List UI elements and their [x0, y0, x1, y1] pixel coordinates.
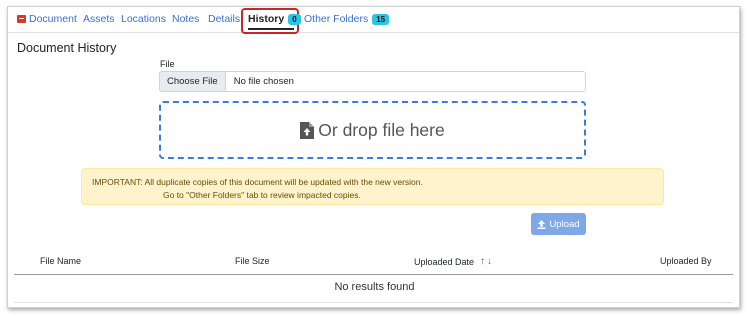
tab-notes[interactable]: Notes [172, 13, 199, 25]
column-header-file-name[interactable]: File Name [40, 256, 81, 266]
tab-assets[interactable]: Assets [83, 13, 115, 25]
empty-table-message: No results found [334, 281, 415, 293]
sort-descending-icon[interactable]: ↓ [487, 256, 492, 267]
upload-button-label: Upload [549, 218, 580, 230]
dropzone-text: Or drop file here [318, 119, 445, 140]
other-folders-count-badge: 15 [372, 13, 390, 25]
duplicate-copies-alert: IMPORTANT: All duplicate copies of this … [81, 168, 664, 205]
column-header-uploaded-date[interactable]: Uploaded Date ↑ ↓ [414, 256, 492, 267]
file-input[interactable]: Choose File No file chosen [159, 71, 586, 92]
file-field-label: File [160, 59, 175, 69]
uploaded-date-label: Uploaded Date [414, 256, 475, 267]
sort-ascending-icon[interactable]: ↑ [480, 256, 485, 267]
file-dropzone[interactable]: Or drop file here [159, 101, 586, 159]
tab-other-folders-label: Other Folders [304, 13, 369, 25]
history-count-badge: 0 [288, 13, 301, 25]
active-tab-underline [248, 28, 294, 30]
column-header-file-size[interactable]: File Size [235, 256, 270, 266]
tab-other-folders[interactable]: Other Folders 15 [304, 13, 390, 25]
document-history-panel: Document Assets Locations Notes Details … [7, 6, 740, 308]
choose-file-button[interactable]: Choose File [160, 72, 226, 91]
alert-line-2: Go to "Other Folders" tab to review impa… [163, 190, 361, 200]
upload-button[interactable]: Upload [531, 213, 586, 235]
table-bottom-divider [14, 302, 733, 303]
document-icon [17, 15, 26, 23]
tab-document-label: Document [29, 13, 77, 25]
table-header-divider [14, 274, 733, 275]
page-title: Document History [17, 41, 117, 55]
tab-locations[interactable]: Locations [121, 13, 166, 25]
column-header-uploaded-by[interactable]: Uploaded By [660, 256, 712, 266]
alert-line-1: IMPORTANT: All duplicate copies of this … [92, 177, 423, 187]
tab-details[interactable]: Details [208, 13, 240, 25]
tab-history-label: History [248, 13, 285, 25]
file-status-text: No file chosen [233, 76, 294, 87]
file-upload-icon [300, 121, 315, 139]
tab-history[interactable]: History 0 [248, 13, 301, 25]
tab-bar: Document Assets Locations Notes Details … [8, 7, 739, 34]
tab-document[interactable]: Document [17, 13, 77, 25]
upload-icon [537, 219, 546, 229]
